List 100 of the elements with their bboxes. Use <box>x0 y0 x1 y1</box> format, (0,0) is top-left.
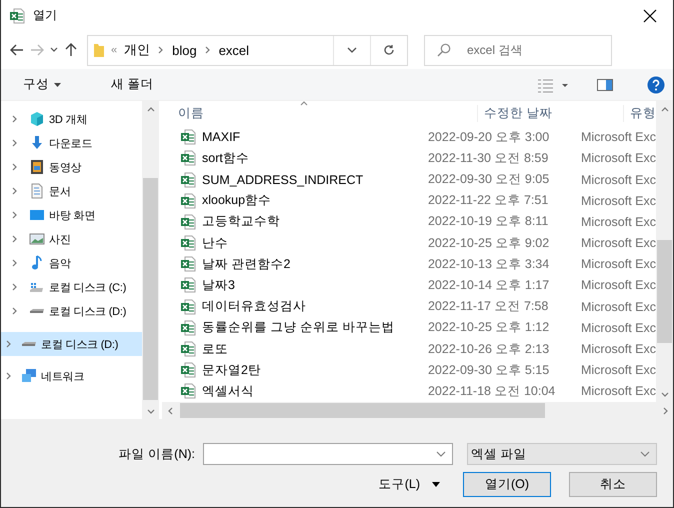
scroll-up-icon[interactable] <box>660 106 668 114</box>
file-name-field[interactable] <box>203 443 453 465</box>
expand-chevron-icon[interactable] <box>11 283 19 291</box>
tools-menu[interactable]: 도구(L) <box>372 475 446 494</box>
nav-item[interactable]: 로컬 디스크 (D:) <box>1 299 142 323</box>
scroll-down-icon[interactable] <box>146 406 154 414</box>
nav-item[interactable]: 동영상 <box>1 155 142 179</box>
nav-item[interactable]: 로컬 디스크 (C:) <box>1 275 142 299</box>
expand-chevron-icon[interactable] <box>11 259 19 267</box>
nav-item[interactable]: 네트워크 <box>1 364 142 388</box>
nav-item[interactable]: 다운로드 <box>1 131 142 155</box>
dropdown-chevron-icon <box>640 451 650 457</box>
scroll-down-icon[interactable] <box>660 390 668 398</box>
file-name[interactable]: SUM_ADDRESS_INDIRECT <box>202 172 364 187</box>
column-header[interactable]: 수정한 날짜 <box>477 105 623 122</box>
file-name[interactable]: 문자열2탄 <box>202 362 261 379</box>
file-name[interactable]: 고등학교수학 <box>202 213 280 230</box>
breadcrumb-separator-icon[interactable] <box>157 46 166 54</box>
nav-item[interactable]: 음악 <box>1 251 142 275</box>
file-name-label: 파일 이름(N): <box>118 446 195 462</box>
nav-item[interactable]: 바탕 화면 <box>1 203 142 227</box>
document-icon <box>29 183 45 199</box>
dropdown-chevron-icon[interactable] <box>347 47 357 53</box>
view-options-icon[interactable] <box>537 76 569 92</box>
expand-chevron-icon[interactable] <box>5 340 13 348</box>
breadcrumb[interactable]: excel <box>218 42 250 58</box>
file-type-cell-text: Microsoft Exc <box>580 172 656 187</box>
expand-chevron-icon[interactable] <box>11 211 19 219</box>
close-icon <box>643 8 657 22</box>
scrollbar[interactable] <box>142 101 159 419</box>
file-name[interactable]: 날짜3 <box>202 276 235 294</box>
nav-item[interactable]: 로컬 디스크 (D:) <box>1 332 142 356</box>
expand-chevron-icon[interactable] <box>11 139 19 147</box>
caret-icon <box>54 82 61 86</box>
cancel-button[interactable]: 취소 <box>569 472 657 497</box>
open-button[interactable]: 열기(O) <box>463 472 551 497</box>
spreadsheet-file-icon <box>180 320 196 336</box>
organize-menu[interactable]: 구성 <box>19 74 65 95</box>
search-input[interactable]: excel 검색 <box>465 42 599 58</box>
file-name[interactable]: 난수 <box>202 234 228 252</box>
breadcrumb[interactable]: blog <box>172 42 197 58</box>
modified-date-cell-text: 2022-09-30 오후 5:15 <box>426 362 550 379</box>
search-field[interactable]: excel 검색 <box>424 34 612 66</box>
spreadsheet-file-icon <box>180 277 196 294</box>
help-icon[interactable] <box>647 76 665 94</box>
spreadsheet-file-icon <box>180 362 196 378</box>
nav-item[interactable]: 3D 개체 <box>1 107 142 131</box>
file-name[interactable]: 엑셀서식 <box>202 382 254 400</box>
file-type-dropdown[interactable]: 엑셀 파일 <box>467 443 657 465</box>
window-title: 열기 <box>33 7 58 24</box>
spreadsheet-file-icon <box>180 214 196 230</box>
column-header[interactable]: 이름 <box>162 105 477 122</box>
address-bar[interactable]: « 개인 blog excel <box>87 34 408 66</box>
file-type-cell-text: Microsoft Exc <box>580 194 656 208</box>
file-name[interactable]: MAXIF <box>202 130 240 144</box>
dropdown-chevron-icon[interactable] <box>50 47 58 53</box>
expand-chevron-icon[interactable] <box>11 163 19 171</box>
modified-date-cell-text: 2022-11-30 오전 8:59 <box>426 150 550 167</box>
expand-chevron-icon[interactable] <box>11 187 19 195</box>
scroll-up-icon[interactable] <box>146 106 154 114</box>
new-folder-button[interactable]: 새 폴더 <box>107 74 158 95</box>
scroll-left-icon[interactable] <box>166 406 174 414</box>
up-arrow-icon[interactable] <box>65 43 77 57</box>
file-name[interactable]: 동률순위를 그냥 순위로 바꾸는법 <box>202 319 394 336</box>
modified-date-cell-text: 2022-11-18 오전 10:04 <box>426 382 556 400</box>
nav-item[interactable]: 사진 <box>1 227 142 251</box>
cube-icon <box>29 111 45 127</box>
breadcrumb-separator-icon[interactable] <box>204 46 212 54</box>
modified-date-cell-text: 2022-09-30 오전 9:05 <box>426 171 550 188</box>
scroll-right-icon[interactable] <box>660 406 668 414</box>
breadcrumb[interactable]: 개인 <box>124 41 150 59</box>
dropdown-chevron-icon[interactable] <box>436 451 446 457</box>
back-arrow-icon[interactable] <box>10 44 24 56</box>
scrollbar[interactable] <box>656 101 673 402</box>
expand-chevron-icon[interactable] <box>11 115 19 123</box>
modified-date-cell-text: 2022-11-22 오후 7:51 <box>426 192 550 210</box>
horizontal-scrollbar[interactable] <box>162 402 673 419</box>
desktop-icon <box>29 207 45 223</box>
file-name[interactable]: sort함수 <box>202 150 249 167</box>
spreadsheet-file-icon <box>180 150 196 166</box>
spreadsheet-file-icon <box>9 8 25 24</box>
film-icon <box>29 159 45 175</box>
nav-item[interactable]: 문서 <box>1 179 142 203</box>
modified-date-cell-text: 2022-11-17 오전 7:58 <box>426 298 550 316</box>
preview-pane-icon[interactable] <box>597 78 613 90</box>
spreadsheet-file-icon <box>180 298 196 315</box>
file-type-cell-text: Microsoft Exc <box>580 363 656 378</box>
expand-chevron-icon[interactable] <box>5 372 13 380</box>
file-name[interactable]: 로또 <box>202 340 228 358</box>
expand-chevron-icon[interactable] <box>11 307 19 315</box>
folder-icon <box>94 43 104 57</box>
file-name[interactable]: 데이터유효성검사 <box>202 298 306 316</box>
overflow-chevron[interactable]: « <box>111 44 118 56</box>
refresh-icon[interactable] <box>383 44 395 56</box>
file-name[interactable]: 날짜 관련함수2 <box>202 256 290 273</box>
expand-chevron-icon[interactable] <box>11 235 19 243</box>
file-type-cell-text: Microsoft Exc <box>580 320 656 335</box>
file-type-cell-text: Microsoft Exc <box>580 214 656 229</box>
file-name[interactable]: xlookup함수 <box>202 192 272 210</box>
file-type-cell-text: Microsoft Exc <box>580 384 656 398</box>
